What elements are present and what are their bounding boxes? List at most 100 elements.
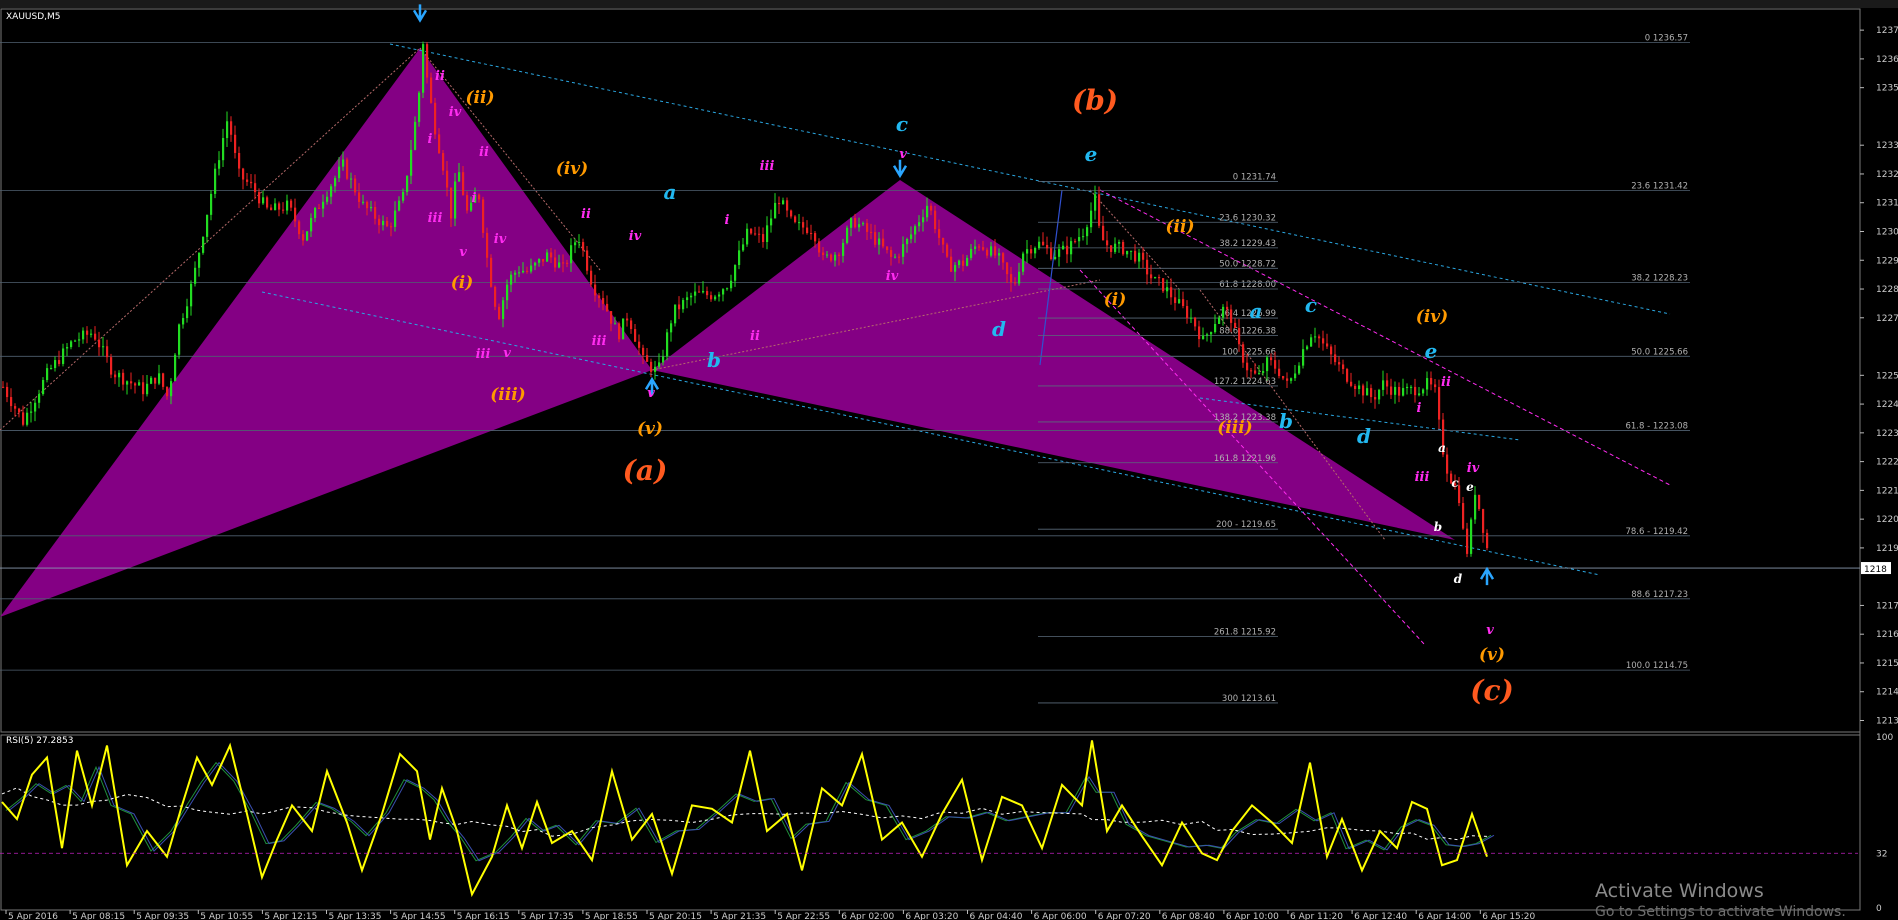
candle-body xyxy=(754,233,757,235)
candle-body xyxy=(750,228,753,234)
candle-body xyxy=(466,195,469,211)
candle-body xyxy=(1446,454,1449,474)
candle-body xyxy=(414,121,417,150)
candle-body xyxy=(430,77,433,103)
candle-body xyxy=(606,303,609,312)
candle-body xyxy=(310,218,313,232)
candle-body xyxy=(1070,241,1073,255)
candle-body xyxy=(802,222,805,228)
fib-level-label: 261.8 1215.92 xyxy=(1214,628,1276,638)
candle-body xyxy=(98,339,101,348)
candle-body xyxy=(6,386,9,398)
candle-body xyxy=(670,323,673,333)
candle-body xyxy=(1430,378,1433,385)
rsi-tick-label: 32 xyxy=(1876,849,1887,859)
candle-body xyxy=(338,166,341,179)
candle-body xyxy=(730,280,733,289)
candle-body xyxy=(1402,388,1405,396)
price-tick-label: 1233 xyxy=(1876,141,1898,151)
candle-body xyxy=(842,242,845,256)
price-tick-label: 1214 xyxy=(1876,688,1898,698)
candle-body xyxy=(566,262,569,264)
candle-body xyxy=(678,304,681,310)
candle-body xyxy=(1038,241,1041,248)
candle-body xyxy=(1090,210,1093,228)
candle-body xyxy=(742,244,745,251)
candle-body xyxy=(698,291,701,293)
fib-level-label: 23.6 1231.42 xyxy=(1631,182,1688,192)
candle-body xyxy=(210,193,213,215)
candle-body xyxy=(1386,380,1389,387)
candle-body xyxy=(302,234,305,241)
time-tick-label: 6 Apr 12:40 xyxy=(1354,912,1407,920)
candle-body xyxy=(306,231,309,241)
candle-body xyxy=(378,218,381,226)
time-tick-label: 6 Apr 07:20 xyxy=(1098,912,1151,920)
price-tick-label: 1235 xyxy=(1876,84,1898,94)
candle-body xyxy=(1182,299,1185,307)
candle-body xyxy=(810,232,813,234)
candle-body xyxy=(366,201,369,209)
candle-body xyxy=(478,194,481,200)
candle-body xyxy=(546,252,549,262)
candle-body xyxy=(94,333,97,340)
activation-watermark-sub: Go to Settings to activate Windows. xyxy=(1595,904,1846,920)
candle-body xyxy=(1254,370,1257,374)
candle-body xyxy=(718,294,721,297)
rsi-indicator-label: RSI(5) 27.2853 xyxy=(6,736,74,746)
candle-body xyxy=(382,220,385,226)
fib-level-label: 50.0 1225.66 xyxy=(1631,347,1688,357)
candle-body xyxy=(1230,309,1233,323)
candle-body xyxy=(1242,344,1245,363)
wave-label: iv xyxy=(629,229,642,244)
candle-body xyxy=(1282,376,1285,379)
time-tick-label: 5 Apr 18:55 xyxy=(585,912,638,920)
candle-body xyxy=(1130,250,1133,252)
activation-watermark: Activate Windows xyxy=(1595,880,1764,902)
candle-body xyxy=(1050,248,1053,260)
candle-body xyxy=(594,284,597,296)
candle-body xyxy=(238,152,241,169)
time-tick-label: 5 Apr 2016 xyxy=(8,912,58,920)
candle-body xyxy=(1286,378,1289,381)
candle-body xyxy=(106,346,109,358)
candle-body xyxy=(850,218,853,228)
candle-body xyxy=(450,187,453,219)
time-tick-label: 5 Apr 10:55 xyxy=(200,912,253,920)
candle-body xyxy=(1210,332,1213,335)
candle-body xyxy=(770,218,773,226)
wave-label: b xyxy=(707,348,721,372)
candle-body xyxy=(330,186,333,197)
candle-body xyxy=(790,210,793,217)
candle-body xyxy=(154,377,157,384)
candle-body xyxy=(226,121,229,139)
wave-label: (iii) xyxy=(1217,418,1252,438)
candle-body xyxy=(390,226,393,228)
candle-body xyxy=(930,205,933,211)
candle-body xyxy=(1326,343,1329,347)
time-tick-label: 5 Apr 17:35 xyxy=(521,912,574,920)
price-chart[interactable]: 0 1231.74 23.6 1230.32 38.2 1229.43 50.0 12… xyxy=(0,0,1898,920)
time-tick-label: 6 Apr 06:00 xyxy=(1034,912,1087,920)
wave-label: ii xyxy=(581,207,591,222)
candle-body xyxy=(570,245,573,264)
candle-body xyxy=(762,234,765,242)
candle-body xyxy=(1434,384,1437,388)
candle-body xyxy=(734,265,737,281)
candle-body xyxy=(758,233,761,235)
wave-label: (c) xyxy=(1470,674,1514,707)
wave-label: i xyxy=(428,132,433,147)
candle-body xyxy=(694,291,697,296)
candle-body xyxy=(446,170,449,188)
candle-body xyxy=(514,272,517,275)
candle-body xyxy=(738,250,741,266)
candle-body xyxy=(662,356,665,363)
candle-body xyxy=(374,206,377,219)
candle-body xyxy=(422,44,425,93)
candle-body xyxy=(614,323,617,325)
candle-body xyxy=(1310,337,1313,347)
fib-level-label: 76.4 1226.99 xyxy=(1219,309,1276,319)
candle-body xyxy=(1042,241,1045,245)
candle-body xyxy=(902,244,905,257)
candle-body xyxy=(914,226,917,235)
